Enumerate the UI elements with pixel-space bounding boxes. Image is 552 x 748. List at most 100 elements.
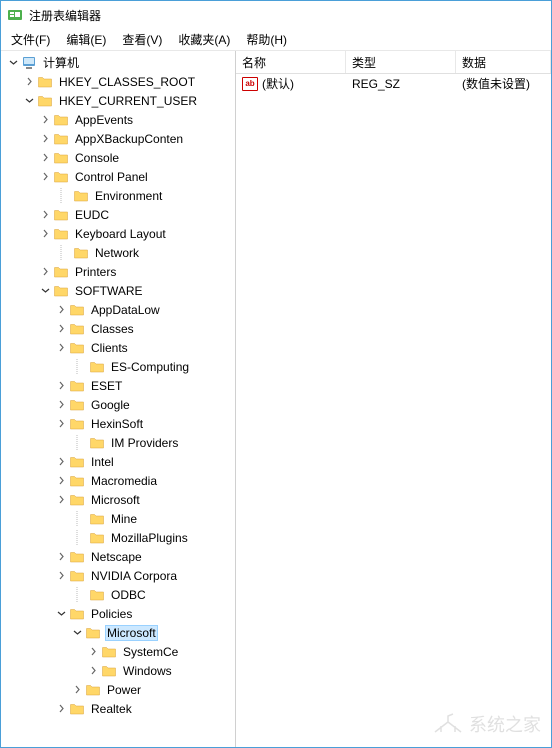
tree-expand[interactable] xyxy=(37,264,53,280)
tree-expand[interactable] xyxy=(53,568,69,584)
tree-expand[interactable] xyxy=(53,378,69,394)
tree-label[interactable]: Google xyxy=(89,397,132,413)
tree-expand[interactable] xyxy=(53,606,69,622)
tree-item[interactable]: EUDC xyxy=(1,205,235,224)
tree-item[interactable]: Printers xyxy=(1,262,235,281)
tree-label[interactable]: Classes xyxy=(89,321,136,337)
tree-label[interactable]: Control Panel xyxy=(73,169,150,185)
tree-panel[interactable]: 计算机 HKEY_CLASSES_ROOT HKEY_CURRENT_USER … xyxy=(1,51,236,747)
tree-item[interactable]: Microsoft xyxy=(1,490,235,509)
tree-expand[interactable] xyxy=(53,511,69,527)
tree-expand[interactable] xyxy=(53,454,69,470)
tree-item[interactable]: AppDataLow xyxy=(1,300,235,319)
tree-item[interactable]: Keyboard Layout xyxy=(1,224,235,243)
tree-label[interactable]: AppXBackupConten xyxy=(73,131,185,147)
tree-expand[interactable] xyxy=(53,359,69,375)
tree-expand[interactable] xyxy=(37,112,53,128)
tree-expand[interactable] xyxy=(69,625,85,641)
tree-label[interactable]: Macromedia xyxy=(89,473,159,489)
tree-label[interactable]: Keyboard Layout xyxy=(73,226,168,242)
tree-expand[interactable] xyxy=(21,93,37,109)
tree-label[interactable]: Mine xyxy=(109,511,139,527)
tree-expand[interactable] xyxy=(37,188,53,204)
header-name[interactable]: 名称 xyxy=(236,51,346,73)
tree-label[interactable]: HKEY_CURRENT_USER xyxy=(57,93,199,109)
tree-expand[interactable] xyxy=(53,340,69,356)
tree-label[interactable]: ES-Computing xyxy=(109,359,191,375)
tree-item[interactable]: Macromedia xyxy=(1,471,235,490)
tree-label[interactable]: Microsoft xyxy=(105,625,158,641)
tree-item[interactable]: SystemCe xyxy=(1,642,235,661)
tree-item[interactable]: IM Providers xyxy=(1,433,235,452)
tree-label[interactable]: Clients xyxy=(89,340,130,356)
tree-label[interactable]: NVIDIA Corpora xyxy=(89,568,179,584)
tree-expand[interactable] xyxy=(53,530,69,546)
tree-label[interactable]: SOFTWARE xyxy=(73,283,145,299)
list-panel[interactable]: 名称 类型 数据 ab(默认) REG_SZ (数值未设置) 系统之家 xyxy=(236,51,551,747)
menu-view[interactable]: 查看(V) xyxy=(114,29,170,50)
tree-label[interactable]: ESET xyxy=(89,378,124,394)
tree-item[interactable]: ODBC xyxy=(1,585,235,604)
tree-label[interactable]: Windows xyxy=(121,663,174,679)
tree-label[interactable]: Power xyxy=(105,682,143,698)
tree-expand[interactable] xyxy=(37,150,53,166)
tree-item[interactable]: Realtek xyxy=(1,699,235,718)
menu-edit[interactable]: 编辑(E) xyxy=(58,29,114,50)
tree-item[interactable]: Environment xyxy=(1,186,235,205)
tree-expand[interactable] xyxy=(53,701,69,717)
tree-expand[interactable] xyxy=(37,207,53,223)
tree-item[interactable]: Mine xyxy=(1,509,235,528)
tree-expand[interactable] xyxy=(53,549,69,565)
tree-expand[interactable] xyxy=(53,435,69,451)
header-data[interactable]: 数据 xyxy=(456,51,551,73)
tree-label[interactable]: MozillaPlugins xyxy=(109,530,190,546)
tree-item[interactable]: Windows xyxy=(1,661,235,680)
tree-label[interactable]: HKEY_CLASSES_ROOT xyxy=(57,74,197,90)
tree-expand[interactable] xyxy=(53,321,69,337)
tree-expand[interactable] xyxy=(85,644,101,660)
menu-help[interactable]: 帮助(H) xyxy=(238,29,295,50)
tree-item[interactable]: AppEvents xyxy=(1,110,235,129)
tree-label[interactable]: IM Providers xyxy=(109,435,180,451)
tree-label[interactable]: ODBC xyxy=(109,587,148,603)
header-type[interactable]: 类型 xyxy=(346,51,456,73)
tree-label[interactable]: 计算机 xyxy=(41,53,81,72)
list-row[interactable]: ab(默认) REG_SZ (数值未设置) xyxy=(236,74,551,93)
tree-expand[interactable] xyxy=(69,682,85,698)
tree-item[interactable]: Console xyxy=(1,148,235,167)
tree-item[interactable]: Control Panel xyxy=(1,167,235,186)
tree-item[interactable]: 计算机 xyxy=(1,53,235,72)
tree-expand[interactable] xyxy=(5,55,21,71)
tree-expand[interactable] xyxy=(53,492,69,508)
tree-item[interactable]: HexinSoft xyxy=(1,414,235,433)
tree-item[interactable]: HKEY_CURRENT_USER xyxy=(1,91,235,110)
tree-label[interactable]: Environment xyxy=(93,188,164,204)
tree-label[interactable]: HexinSoft xyxy=(89,416,145,432)
tree-item[interactable]: SOFTWARE xyxy=(1,281,235,300)
tree-item[interactable]: Intel xyxy=(1,452,235,471)
tree-item[interactable]: Netscape xyxy=(1,547,235,566)
tree-item[interactable]: Google xyxy=(1,395,235,414)
menu-favorites[interactable]: 收藏夹(A) xyxy=(170,29,238,50)
tree-item[interactable]: Microsoft xyxy=(1,623,235,642)
tree-item[interactable]: NVIDIA Corpora xyxy=(1,566,235,585)
tree-label[interactable]: SystemCe xyxy=(121,644,180,660)
menu-file[interactable]: 文件(F) xyxy=(3,29,58,50)
tree-expand[interactable] xyxy=(37,169,53,185)
tree-expand[interactable] xyxy=(53,302,69,318)
tree-expand[interactable] xyxy=(53,473,69,489)
tree-expand[interactable] xyxy=(85,663,101,679)
tree-label[interactable]: Printers xyxy=(73,264,118,280)
tree-expand[interactable] xyxy=(37,245,53,261)
tree-label[interactable]: Intel xyxy=(89,454,116,470)
tree-expand[interactable] xyxy=(37,131,53,147)
tree-label[interactable]: EUDC xyxy=(73,207,111,223)
tree-expand[interactable] xyxy=(21,74,37,90)
tree-expand[interactable] xyxy=(53,397,69,413)
tree-expand[interactable] xyxy=(53,416,69,432)
tree-expand[interactable] xyxy=(37,283,53,299)
tree-item[interactable]: Network xyxy=(1,243,235,262)
tree-item[interactable]: Power xyxy=(1,680,235,699)
tree-label[interactable]: AppEvents xyxy=(73,112,135,128)
tree-item[interactable]: HKEY_CLASSES_ROOT xyxy=(1,72,235,91)
